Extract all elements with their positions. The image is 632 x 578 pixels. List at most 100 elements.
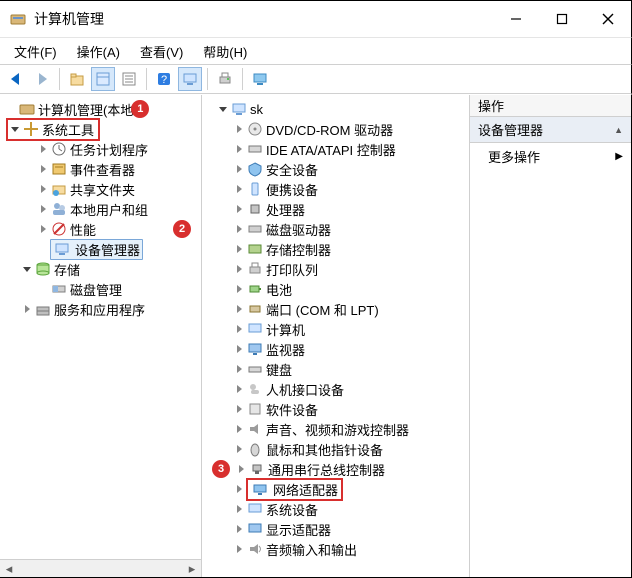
device-portable[interactable]: 便携设备: [202, 179, 469, 199]
tree-label: 事件查看器: [70, 160, 135, 179]
device-storage-ctrl[interactable]: 存储控制器: [202, 239, 469, 259]
menu-help[interactable]: 帮助(H): [193, 40, 257, 63]
tree-item-performance[interactable]: 性能 2: [0, 219, 201, 239]
center-tree-pane: sk DVD/CD-ROM 驱动器 IDE ATA/ATAPI 控制器 安全设备…: [202, 95, 470, 577]
tree-item-services[interactable]: 服务和应用程序: [0, 299, 201, 319]
scroll-right-arrow-icon[interactable]: ▸: [183, 560, 201, 577]
device-network[interactable]: 网络适配器: [202, 479, 469, 499]
battery-icon: [246, 280, 264, 298]
computer-management-icon: [18, 100, 36, 118]
list-button[interactable]: [117, 67, 141, 91]
device-disk-drive[interactable]: 磁盘驱动器: [202, 219, 469, 239]
help-button[interactable]: ?: [152, 67, 176, 91]
chevron-right-icon: [36, 222, 50, 236]
tree-root-computer-management[interactable]: 计算机管理(本地 1: [0, 99, 201, 119]
actions-section[interactable]: 设备管理器 ▲: [470, 117, 631, 143]
device-ports[interactable]: 端口 (COM 和 LPT): [202, 299, 469, 319]
security-device-icon: [246, 160, 264, 178]
device-sound[interactable]: 声音、视频和游戏控制器: [202, 419, 469, 439]
tree-label: 显示适配器: [266, 520, 331, 539]
tree-label: 音频输入和输出: [266, 540, 357, 559]
tree-label: 服务和应用程序: [54, 300, 145, 319]
system-device-icon: [246, 500, 264, 518]
chevron-right-icon: [232, 402, 246, 416]
device-cpu[interactable]: 处理器: [202, 199, 469, 219]
device-monitor[interactable]: 监视器: [202, 339, 469, 359]
chevron-down-icon: [8, 122, 22, 136]
tree-label: 存储控制器: [266, 240, 331, 259]
device-hid[interactable]: 人机接口设备: [202, 379, 469, 399]
tree-label: 存储: [54, 260, 80, 279]
keyboard-icon: [246, 360, 264, 378]
tree-label: 便携设备: [266, 180, 318, 199]
menu-action[interactable]: 操作(A): [67, 40, 130, 63]
tree-label: 打印队列: [266, 260, 318, 279]
tree-label: 监视器: [266, 340, 305, 359]
tree-item-event-viewer[interactable]: 事件查看器: [0, 159, 201, 179]
chevron-right-icon: [232, 422, 246, 436]
device-software[interactable]: 软件设备: [202, 399, 469, 419]
actions-header-label: 操作: [478, 96, 504, 115]
tree-label: 系统设备: [266, 500, 318, 519]
submenu-triangle-icon: ▶: [615, 151, 623, 162]
shared-folders-icon: [50, 180, 68, 198]
device-mouse[interactable]: 鼠标和其他指针设备: [202, 439, 469, 459]
menu-file[interactable]: 文件(F): [4, 40, 67, 63]
device-audio-io[interactable]: 音频输入和输出: [202, 539, 469, 559]
close-button[interactable]: [585, 1, 631, 37]
device-keyboard[interactable]: 键盘: [202, 359, 469, 379]
device-computer[interactable]: 计算机: [202, 319, 469, 339]
tree-item-local-users[interactable]: 本地用户和组: [0, 199, 201, 219]
tree-label: 本地用户和组: [70, 200, 148, 219]
chevron-right-icon: [232, 282, 246, 296]
device-security[interactable]: 安全设备: [202, 159, 469, 179]
chevron-right-icon: [232, 222, 246, 236]
device-dvd[interactable]: DVD/CD-ROM 驱动器: [202, 119, 469, 139]
device-usb[interactable]: 3 通用串行总线控制器: [202, 459, 469, 479]
view-devices-button[interactable]: [178, 67, 202, 91]
tree-item-disk-management[interactable]: 磁盘管理: [0, 279, 201, 299]
monitor-icon: [246, 340, 264, 358]
toolbar: ?: [0, 64, 632, 94]
properties-button[interactable]: [91, 67, 115, 91]
chevron-right-icon: [232, 542, 246, 556]
up-button[interactable]: [65, 67, 89, 91]
refresh-button[interactable]: [248, 67, 272, 91]
tree-label: 端口 (COM 和 LPT): [266, 300, 379, 319]
toolbar-separator: [146, 68, 147, 90]
forward-button[interactable]: [30, 67, 54, 91]
device-battery[interactable]: 电池: [202, 279, 469, 299]
collapse-triangle-icon: ▲: [614, 125, 623, 135]
device-display[interactable]: 显示适配器: [202, 519, 469, 539]
device-print-queue[interactable]: 打印队列: [202, 259, 469, 279]
menubar: 文件(F) 操作(A) 查看(V) 帮助(H): [0, 38, 632, 64]
device-system[interactable]: 系统设备: [202, 499, 469, 519]
print-button[interactable]: [213, 67, 237, 91]
tree-item-shared-folders[interactable]: 共享文件夹: [0, 179, 201, 199]
scroll-left-arrow-icon[interactable]: ◂: [0, 560, 18, 577]
device-ide[interactable]: IDE ATA/ATAPI 控制器: [202, 139, 469, 159]
left-pane-scrollbar[interactable]: ◂ ▸: [0, 559, 201, 577]
system-tools-icon: [22, 120, 40, 138]
annotation-badge-3: 3: [212, 460, 230, 478]
tree-item-task-scheduler[interactable]: 任务计划程序: [0, 139, 201, 159]
actions-more[interactable]: 更多操作 ▶: [470, 143, 631, 170]
tree-label: 任务计划程序: [70, 140, 148, 159]
tree-item-device-manager[interactable]: 设备管理器: [0, 239, 201, 259]
disk-drive-icon: [246, 220, 264, 238]
tree-item-storage[interactable]: 存储: [0, 259, 201, 279]
maximize-button[interactable]: [539, 1, 585, 37]
back-button[interactable]: [4, 67, 28, 91]
expander-none: [36, 282, 50, 296]
device-root[interactable]: sk: [202, 99, 469, 119]
chevron-right-icon: [232, 302, 246, 316]
sound-controller-icon: [246, 420, 264, 438]
minimize-button[interactable]: [493, 1, 539, 37]
chevron-right-icon: [232, 442, 246, 456]
software-device-icon: [246, 400, 264, 418]
display-adapter-icon: [246, 520, 264, 538]
menu-view[interactable]: 查看(V): [130, 40, 193, 63]
event-viewer-icon: [50, 160, 68, 178]
chevron-right-icon: [232, 242, 246, 256]
tree-item-system-tools[interactable]: 系统工具: [0, 119, 201, 139]
